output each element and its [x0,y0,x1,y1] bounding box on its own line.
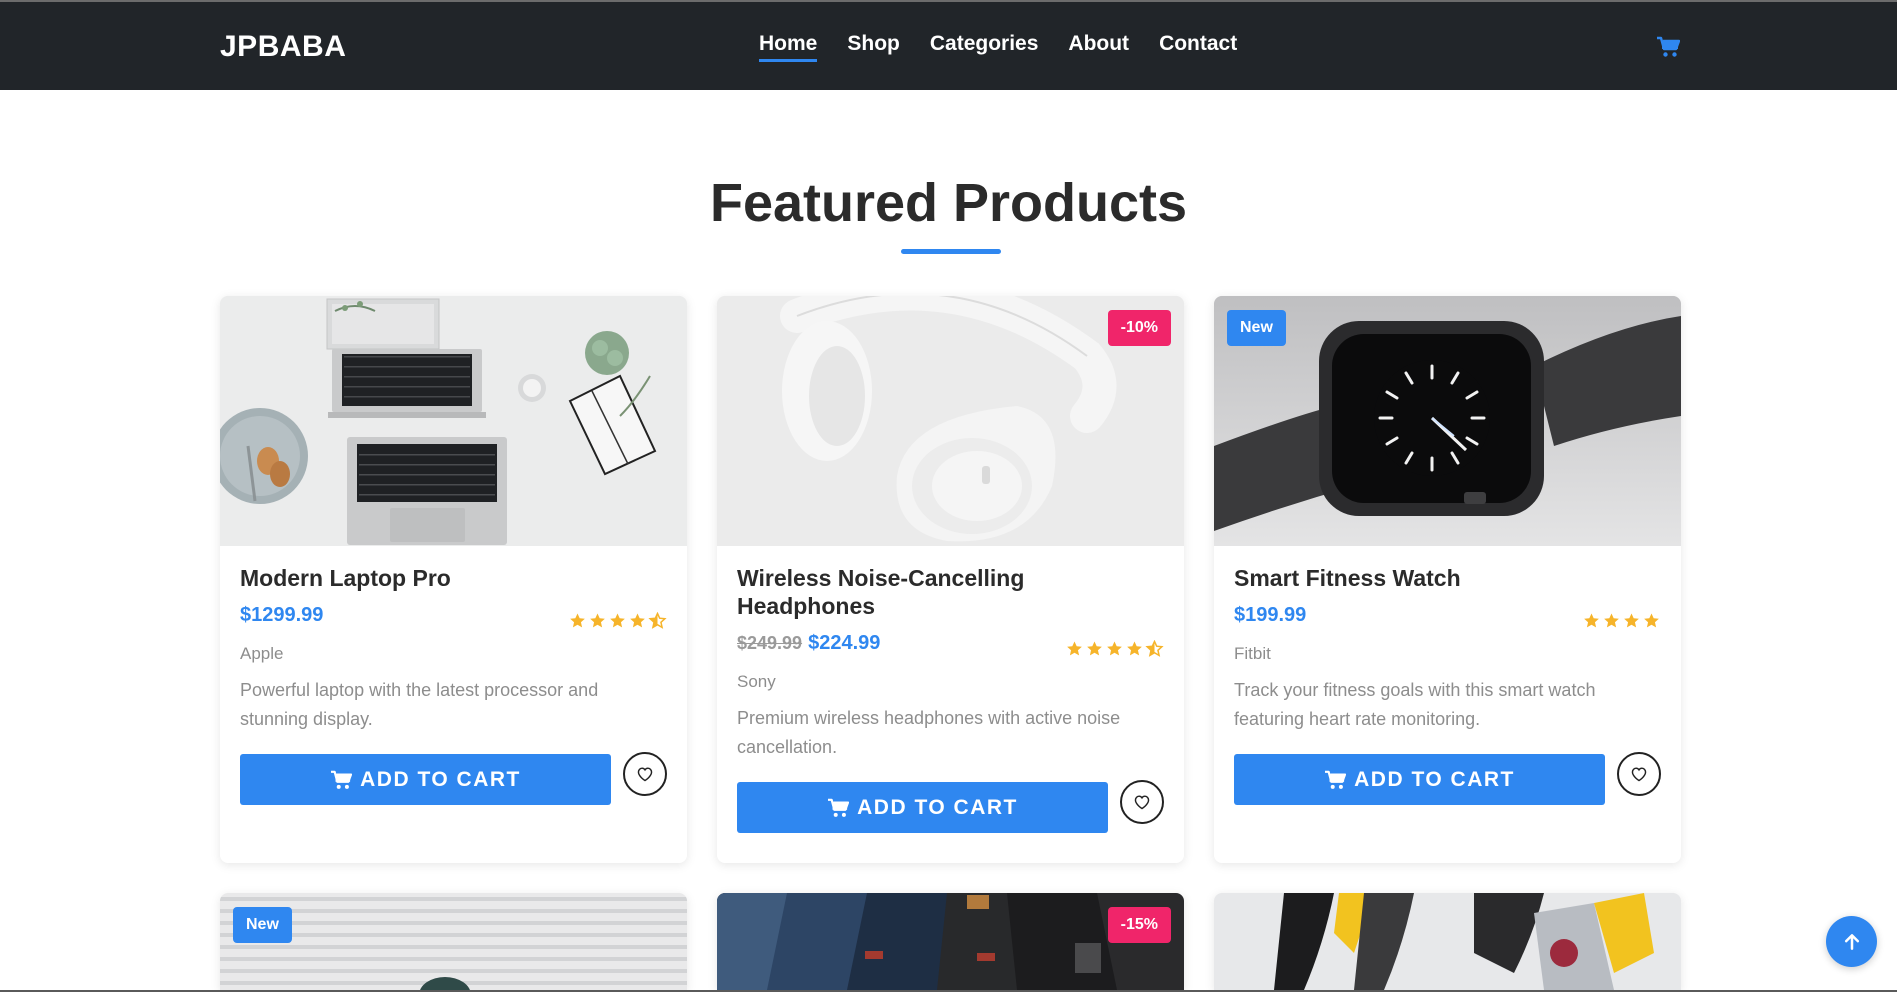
nav-menu: Home Shop Categories About Contact [759,32,1237,62]
product-card [1214,893,1681,990]
product-card: -10% Wireless Noise-Cancelling Headphone… [717,296,1184,863]
product-price: $1299.99 [240,604,324,626]
section-title: Featured Products [709,173,1188,233]
product-brand: Sony [737,672,776,691]
product-name[interactable]: Smart Fitness Watch [1234,564,1661,592]
star-icon [1085,640,1104,663]
star-icon [1125,640,1144,663]
add-to-cart-label: ADD TO CART [857,795,1018,819]
product-description: Powerful laptop with the latest processo… [240,680,599,729]
discount-badge: -15% [1107,907,1171,943]
add-to-cart-label: ADD TO CART [360,767,521,791]
title-underline [901,249,1001,254]
product-brand: Apple [240,644,284,663]
star-icon [628,612,647,635]
product-name[interactable]: Modern Laptop Pro [240,564,667,592]
star-icon [608,612,627,635]
product-description: Premium wireless headphones with active … [737,708,1121,757]
star-icon [1602,612,1621,635]
product-old-price: $249.99 [737,633,803,653]
star-half-icon [648,611,667,635]
heart-icon [1134,795,1150,810]
star-icon [1065,640,1084,663]
nav-link-home[interactable]: Home [759,32,818,62]
cart-icon [828,798,850,817]
cart-icon [1325,770,1347,789]
product-image[interactable]: -15% [717,893,1184,990]
nav-link-categories[interactable]: Categories [930,32,1039,62]
discount-badge: -10% [1107,310,1171,346]
rating-stars [1582,612,1661,635]
product-price: $224.99 [808,632,881,654]
scroll-to-top-button[interactable] [1826,916,1877,967]
cart-icon[interactable] [1656,36,1680,58]
nav-link-about[interactable]: About [1068,32,1129,62]
product-description: Track your fitness goals with this smart… [1234,680,1596,729]
star-half-icon [1145,639,1164,663]
star-icon [1582,612,1601,635]
star-icon [1622,612,1641,635]
wishlist-button[interactable] [1617,752,1661,796]
product-card: Modern Laptop Pro $1299.99 Apple Powerfu… [220,296,687,863]
star-icon [1105,640,1124,663]
nav-link-contact[interactable]: Contact [1159,32,1237,62]
product-card: New Smart Fitness Watch $199.99 Fitbit T… [1214,296,1681,863]
product-price: $199.99 [1234,604,1307,626]
add-to-cart-label: ADD TO CART [1354,767,1515,791]
heart-icon [637,767,653,782]
add-to-cart-button[interactable]: ADD TO CART [240,754,611,805]
nav-link-shop[interactable]: Shop [847,32,900,62]
top-navbar: JPBABA Home Shop Categories About Contac… [0,0,1897,90]
cart-icon [331,770,353,789]
rating-stars [568,611,667,635]
new-badge: New [1227,310,1286,346]
brand-logo[interactable]: JPBABA [220,30,346,64]
product-name[interactable]: Wireless Noise-Cancelling Headphones [737,564,1164,620]
product-image[interactable]: New [220,893,687,990]
star-icon [588,612,607,635]
product-brand: Fitbit [1234,644,1271,663]
product-card: -15% [717,893,1184,990]
star-icon [1642,612,1661,635]
product-image-headphones[interactable]: -10% [717,296,1184,546]
product-image-watch[interactable]: New [1214,296,1681,546]
arrow-up-icon [1844,933,1859,950]
rating-stars [1065,639,1164,663]
heart-icon [1631,767,1647,782]
wishlist-button[interactable] [1120,780,1164,824]
add-to-cart-button[interactable]: ADD TO CART [1234,754,1605,805]
add-to-cart-button[interactable]: ADD TO CART [737,782,1108,833]
product-image[interactable] [1214,893,1681,990]
product-card: New [220,893,687,990]
new-badge: New [233,907,292,943]
star-icon [568,612,587,635]
wishlist-button[interactable] [623,752,667,796]
product-image-laptop[interactable] [220,296,687,546]
